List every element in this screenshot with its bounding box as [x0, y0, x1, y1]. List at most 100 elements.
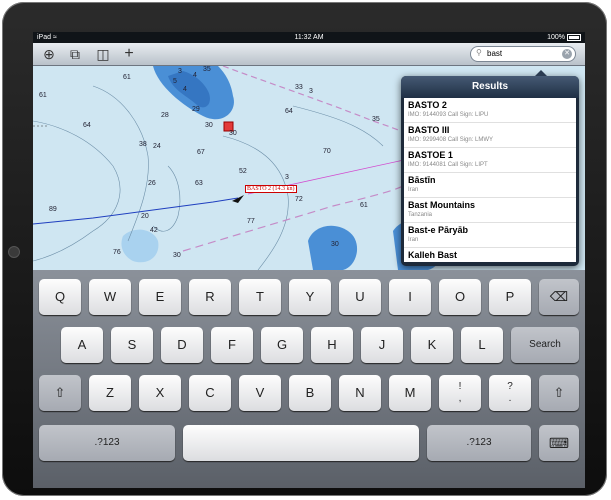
depth-label: 64	[83, 122, 91, 129]
result-item[interactable]: Bāstīn Iran	[404, 173, 576, 198]
key-e[interactable]: E	[139, 279, 181, 315]
key-a[interactable]: A	[61, 327, 103, 363]
key-t[interactable]: T	[239, 279, 281, 315]
key-y[interactable]: Y	[289, 279, 331, 315]
key-exclaim-comma[interactable]: !,	[439, 375, 481, 411]
add-icon[interactable]: +	[121, 46, 137, 62]
book-icon[interactable]: ◫	[95, 46, 111, 62]
battery-percent: 100%	[547, 34, 565, 41]
result-item[interactable]: Bast-e Pāryāb Iran	[404, 223, 576, 248]
depth-label: 30	[205, 122, 213, 129]
depth-label: 35	[203, 66, 211, 73]
result-item[interactable]: Bast Mountains Tanzania	[404, 198, 576, 223]
key-b[interactable]: B	[289, 375, 331, 411]
depth-label: 30	[173, 252, 181, 259]
numbers-key-right[interactable]: .?123	[427, 425, 531, 461]
result-name: Kalleh Bast	[408, 250, 458, 260]
depth-label: 4	[183, 86, 187, 93]
key-d[interactable]: D	[161, 327, 203, 363]
status-bar: iPad ≈ 11:32 AM 100%	[33, 32, 585, 43]
search-input-value[interactable]: bast	[487, 49, 502, 58]
result-detail: Tanzania	[408, 212, 433, 218]
result-name: Bāstīn	[408, 175, 436, 185]
backspace-key[interactable]: ⌫	[539, 279, 579, 315]
depth-label: 42	[150, 227, 158, 234]
depth-contour-4	[292, 105, 384, 147]
key-q[interactable]: Q	[39, 279, 81, 315]
search-key[interactable]: Search	[511, 327, 579, 363]
numbers-key-left[interactable]: .?123	[39, 425, 175, 461]
result-name: Bast Mountains	[408, 200, 476, 210]
onscreen-keyboard: Q W E R T Y U I O P ⌫ A S D F G H J K L …	[33, 270, 585, 488]
result-item[interactable]: BASTO III IMO: 9299408 Call Sign: LMWY	[404, 123, 576, 148]
key-k[interactable]: K	[411, 327, 453, 363]
key-l[interactable]: L	[461, 327, 503, 363]
result-name: BASTO 2	[408, 100, 447, 110]
depth-label: 38	[139, 141, 147, 148]
key-o[interactable]: O	[439, 279, 481, 315]
screen: iPad ≈ 11:32 AM 100% ⊕ ⧉ ◫ + ⚲ bast ✕ 61…	[33, 32, 585, 488]
key-question-period[interactable]: ?.	[489, 375, 531, 411]
backspace-icon: ⌫	[549, 289, 569, 304]
result-detail: Iran	[408, 237, 419, 243]
depth-label: 24	[153, 143, 161, 150]
depth-label: 3	[178, 68, 182, 75]
key-n[interactable]: N	[339, 375, 381, 411]
depth-label: 89	[49, 206, 57, 213]
shift-key-right[interactable]: ⇧	[539, 375, 579, 411]
shift-key-left[interactable]: ⇧	[39, 375, 81, 411]
result-name: Bast-e Pāryāb	[408, 225, 469, 235]
key-j[interactable]: J	[361, 327, 403, 363]
depth-label: 67	[197, 149, 205, 156]
key-r[interactable]: R	[189, 279, 231, 315]
search-field[interactable]: ⚲ bast ✕	[470, 46, 576, 62]
key-c[interactable]: C	[189, 375, 231, 411]
location-target-icon[interactable]: ⊕	[41, 46, 57, 62]
result-item[interactable]: BASTO 2 IMO: 9144093 Call Sign: LIPU	[404, 98, 576, 123]
key-h[interactable]: H	[311, 327, 353, 363]
key-top-char: !	[458, 381, 462, 392]
keyboard-hide-icon: ⌨	[548, 435, 570, 451]
depth-label: 3	[285, 174, 289, 181]
depth-label: 35	[372, 116, 380, 123]
key-v[interactable]: V	[239, 375, 281, 411]
shoal-1	[121, 229, 159, 263]
key-s[interactable]: S	[111, 327, 153, 363]
hide-keyboard-key[interactable]: ⌨	[539, 425, 579, 461]
depth-label: 61	[123, 74, 131, 81]
depth-label: 5	[173, 78, 177, 85]
status-time: 11:32 AM	[294, 34, 324, 41]
depth-label: 26	[148, 180, 156, 187]
depth-label: 61	[39, 92, 47, 99]
depth-contour-5	[152, 165, 181, 232]
result-item[interactable]: BASTOE 1 IMO: 9144081 Call Sign: LIPT	[404, 148, 576, 173]
depth-label: 4	[193, 72, 197, 79]
results-list[interactable]: BASTO 2 IMO: 9144093 Call Sign: LIPU BAST…	[404, 98, 576, 262]
key-f[interactable]: F	[211, 327, 253, 363]
result-item[interactable]: Kalleh Bast	[404, 248, 576, 262]
key-z[interactable]: Z	[89, 375, 131, 411]
key-p[interactable]: P	[489, 279, 531, 315]
key-bottom-char: ,	[458, 393, 462, 404]
depth-label: 33	[295, 84, 303, 91]
key-u[interactable]: U	[339, 279, 381, 315]
shift-icon: ⇧	[54, 385, 66, 400]
layers-icon[interactable]: ⧉	[67, 46, 83, 62]
shift-icon: ⇧	[553, 385, 565, 400]
vessel-label[interactable]: BASTO 2 (14.3 kn)	[245, 185, 297, 193]
depth-contour-1	[33, 120, 121, 262]
space-key[interactable]	[183, 425, 419, 461]
key-x[interactable]: X	[139, 375, 181, 411]
result-detail: IMO: 9299408 Call Sign: LMWY	[408, 137, 494, 143]
depth-label: 29	[192, 106, 200, 113]
depth-label: 52	[239, 168, 247, 175]
vessel-track	[33, 197, 239, 225]
key-w[interactable]: W	[89, 279, 131, 315]
depth-label: 63	[195, 180, 203, 187]
home-side-dot	[8, 246, 20, 258]
key-i[interactable]: I	[389, 279, 431, 315]
key-m[interactable]: M	[389, 375, 431, 411]
clear-icon[interactable]: ✕	[562, 49, 572, 59]
search-icon: ⚲	[476, 48, 482, 57]
key-g[interactable]: G	[261, 327, 303, 363]
